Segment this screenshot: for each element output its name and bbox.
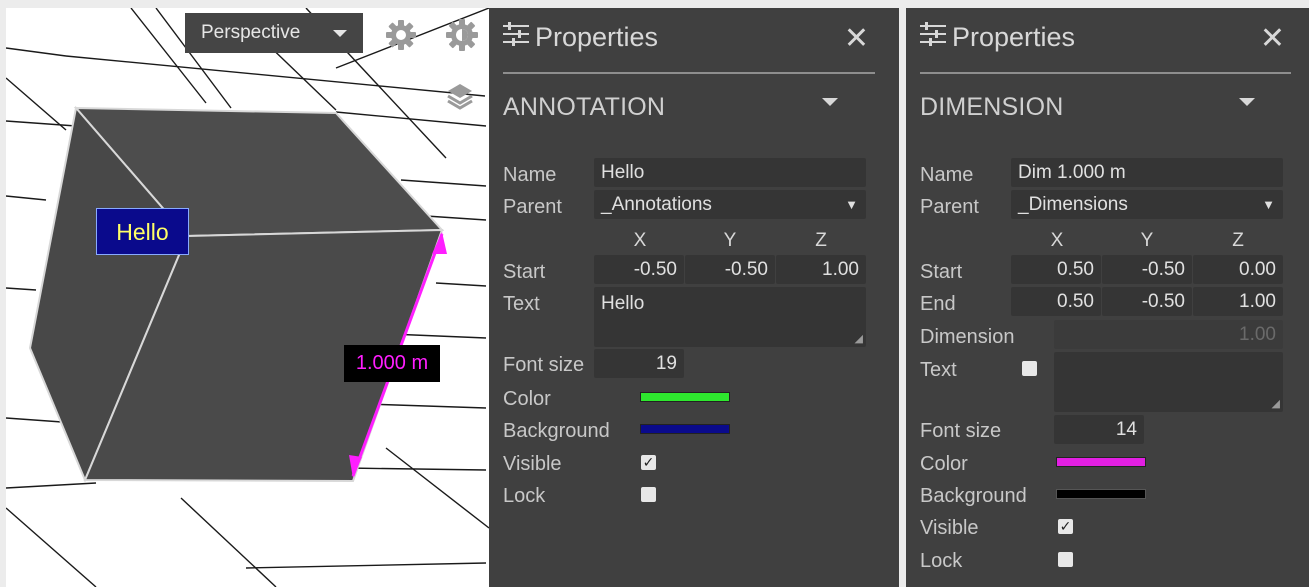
axis-x-label: X: [1050, 230, 1064, 251]
chevron-down-icon: ▼: [1262, 197, 1275, 212]
visible-label: Visible: [920, 517, 979, 539]
axis-x-label: X: [633, 230, 647, 251]
parent-label: Parent: [503, 196, 562, 218]
text-enabled-checkbox[interactable]: [1022, 361, 1037, 376]
parent-select-value: _Annotations: [601, 194, 712, 215]
font-size-field[interactable]: 19: [594, 349, 684, 378]
viewport-3d[interactable]: Perspective Hello 1.000 m: [6, 8, 489, 587]
end-x-field[interactable]: 0.50: [1011, 287, 1101, 316]
background-label: Background: [920, 485, 1027, 507]
start-label: Start: [503, 261, 546, 283]
annotation-label[interactable]: Hello: [96, 208, 189, 255]
name-label: Name: [920, 164, 974, 186]
section-title[interactable]: ANNOTATION: [503, 93, 665, 122]
render-mode-icon[interactable]: [442, 16, 482, 59]
name-label: Name: [503, 164, 557, 186]
annotation-properties-panel: Properties ✕ ANNOTATION Name Hello Paren…: [489, 8, 899, 587]
start-y-field[interactable]: -0.50: [1102, 255, 1192, 284]
panel-title: Properties: [535, 22, 659, 52]
background-swatch[interactable]: [1056, 489, 1146, 499]
text-label: Text: [920, 359, 957, 381]
visible-label: Visible: [503, 453, 562, 475]
dimension-properties-panel: Properties ✕ DIMENSION Name Dim 1.000 m …: [906, 8, 1309, 587]
gear-icon[interactable]: [384, 18, 418, 57]
panel-title: Properties: [952, 22, 1076, 52]
end-label: End: [920, 293, 956, 315]
visible-checkbox[interactable]: ✓: [641, 455, 656, 470]
start-z-field[interactable]: 0.00: [1193, 255, 1283, 284]
axis-y-label: Y: [1140, 230, 1154, 251]
end-y-field[interactable]: -0.50: [1102, 287, 1192, 316]
color-swatch[interactable]: [640, 392, 730, 402]
start-z-field[interactable]: 1.00: [776, 255, 866, 284]
layers-icon[interactable]: [445, 81, 475, 116]
view-mode-label: Perspective: [201, 22, 301, 43]
font-size-label: Font size: [920, 420, 1002, 442]
end-z-field[interactable]: 1.00: [1193, 287, 1283, 316]
text-area-value: Hello: [601, 293, 645, 314]
dimension-label[interactable]: 1.000 m: [344, 345, 440, 382]
cube-mesh[interactable]: [28, 105, 445, 483]
text-label: Text: [503, 293, 540, 315]
header-divider: [503, 72, 875, 74]
close-icon[interactable]: ✕: [1260, 22, 1285, 56]
parent-select[interactable]: _Dimensions ▼: [1011, 190, 1283, 219]
color-label: Color: [503, 388, 551, 410]
color-swatch[interactable]: [1056, 457, 1146, 467]
panel-header: Properties: [503, 22, 658, 53]
section-title[interactable]: DIMENSION: [920, 93, 1063, 122]
text-area[interactable]: Hello ◢: [594, 287, 866, 347]
text-area[interactable]: ◢: [1054, 352, 1283, 412]
axis-z-label: Z: [815, 230, 827, 251]
start-x-field[interactable]: -0.50: [594, 255, 684, 284]
start-label: Start: [920, 261, 963, 283]
visible-checkbox[interactable]: ✓: [1058, 519, 1073, 534]
parent-label: Parent: [920, 196, 979, 218]
axis-y-label: Y: [723, 230, 737, 251]
background-label: Background: [503, 420, 610, 442]
resize-grip-icon[interactable]: ◢: [855, 332, 863, 345]
view-mode-dropdown[interactable]: Perspective: [185, 13, 363, 53]
chevron-down-icon: [333, 30, 347, 37]
panel-header: Properties: [920, 22, 1075, 53]
tune-icon: [920, 22, 946, 53]
parent-select[interactable]: _Annotations ▼: [594, 190, 866, 219]
lock-checkbox[interactable]: [1058, 552, 1073, 567]
header-divider: [920, 72, 1291, 74]
scene-canvas[interactable]: [6, 8, 489, 587]
chevron-down-icon[interactable]: [1239, 98, 1255, 106]
lock-label: Lock: [503, 485, 546, 507]
resize-grip-icon[interactable]: ◢: [1272, 397, 1280, 410]
chevron-down-icon: ▼: [845, 197, 858, 212]
background-swatch[interactable]: [640, 424, 730, 434]
close-icon[interactable]: ✕: [844, 22, 869, 56]
start-x-field[interactable]: 0.50: [1011, 255, 1101, 284]
name-field[interactable]: Hello: [594, 158, 866, 187]
font-size-field[interactable]: 14: [1054, 415, 1144, 444]
start-y-field[interactable]: -0.50: [685, 255, 775, 284]
dimension-label: Dimension: [920, 326, 1015, 348]
lock-checkbox[interactable]: [641, 487, 656, 502]
tune-icon: [503, 22, 529, 53]
dimension-value-field: 1.00: [1054, 320, 1283, 349]
font-size-label: Font size: [503, 354, 585, 376]
axis-z-label: Z: [1232, 230, 1244, 251]
name-field[interactable]: Dim 1.000 m: [1011, 158, 1283, 187]
color-label: Color: [920, 453, 968, 475]
lock-label: Lock: [920, 550, 963, 572]
parent-select-value: _Dimensions: [1018, 194, 1128, 215]
chevron-down-icon[interactable]: [822, 98, 838, 106]
